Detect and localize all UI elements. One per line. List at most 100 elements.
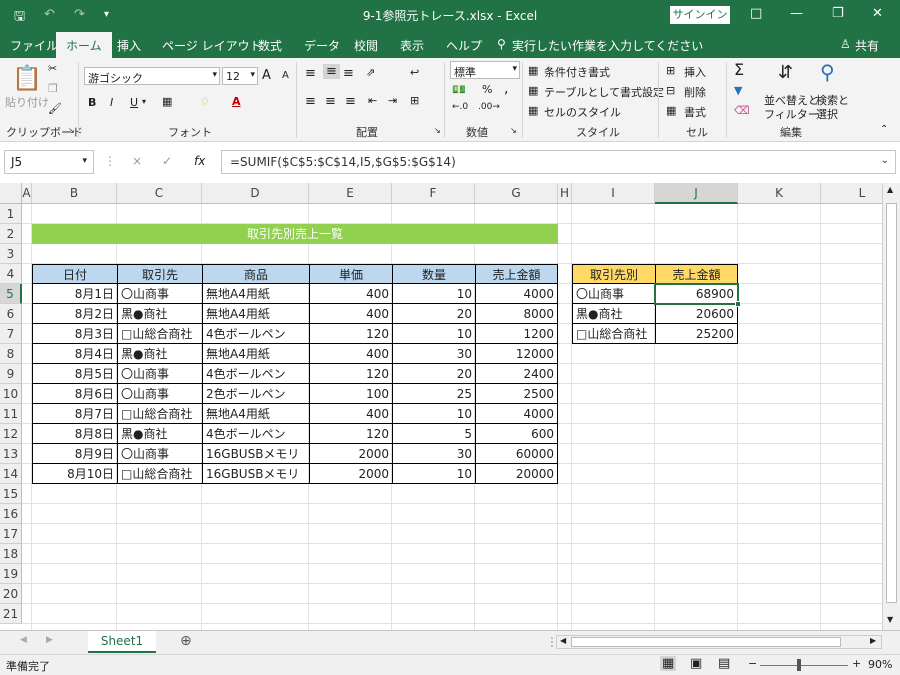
sheet-title-cell[interactable]: 取引先別売上一覧 — [32, 224, 558, 244]
share-button[interactable]: 共有 — [855, 37, 879, 54]
table-header-cell[interactable]: 数量 — [392, 264, 475, 284]
table-cell[interactable]: 600 — [475, 424, 558, 444]
table-cell[interactable]: 10 — [392, 404, 475, 424]
row-header-19[interactable]: 19 — [0, 564, 22, 584]
format-as-table-button[interactable]: テーブルとして書式設定 — [544, 84, 664, 100]
underline-dropdown-icon[interactable]: ▾ — [142, 97, 146, 106]
find-select-label-2[interactable]: 選択 — [816, 106, 838, 122]
row-header-9[interactable]: 9 — [0, 364, 22, 384]
table-cell[interactable]: 25 — [392, 384, 475, 404]
summary-cell[interactable]: 25200 — [655, 324, 738, 344]
row-header-6[interactable]: 6 — [0, 304, 22, 324]
page-break-view-icon[interactable]: ▤ — [718, 656, 730, 671]
table-cell[interactable]: 20 — [392, 364, 475, 384]
cancel-entry-button[interactable]: × — [132, 154, 142, 168]
cut-icon[interactable]: ✂ — [48, 62, 57, 75]
table-cell[interactable]: 400 — [309, 304, 392, 324]
table-header-cell[interactable]: 単価 — [309, 264, 392, 284]
column-header-d[interactable]: D — [202, 183, 309, 204]
decrease-indent-icon[interactable]: ⇤ — [368, 94, 377, 107]
paste-icon[interactable]: 📋 — [12, 64, 42, 92]
table-header-cell[interactable]: 取引先 — [117, 264, 202, 284]
fill-handle[interactable] — [735, 301, 741, 307]
column-header-k[interactable]: K — [738, 183, 821, 204]
table-cell[interactable]: 2000 — [309, 444, 392, 464]
row-header-15[interactable]: 15 — [0, 484, 22, 504]
font-size-select[interactable]: 12 ▾ — [222, 67, 258, 85]
new-sheet-icon[interactable]: ⊕ — [180, 633, 192, 649]
row-header-18[interactable]: 18 — [0, 544, 22, 564]
table-cell[interactable]: 〇山商事 — [117, 364, 202, 384]
bold-button[interactable]: B — [88, 96, 96, 109]
summary-cell[interactable]: 黒●商社 — [572, 304, 655, 324]
summary-cell[interactable]: 20600 — [655, 304, 738, 324]
formula-input[interactable]: =SUMIF($C$5:$C$14,I5,$G$5:$G$14) ⌄ — [221, 150, 896, 174]
table-cell[interactable]: 120 — [309, 364, 392, 384]
table-cell[interactable]: 4000 — [475, 404, 558, 424]
paste-button[interactable]: 貼り付け — [5, 94, 49, 110]
alignment-launcher-icon[interactable]: ↘ — [434, 126, 441, 135]
row-header-12[interactable]: 12 — [0, 424, 22, 444]
signin-button[interactable]: サインイン — [670, 6, 730, 24]
table-cell[interactable]: 400 — [309, 344, 392, 364]
table-cell[interactable]: □山総合商社 — [117, 404, 202, 424]
worksheet-grid[interactable]: ABCDEFGHIJKL 1 2 3 4 5 6 7 8 9 10 11 12 13 14 15 16 17 18… — [0, 183, 882, 630]
normal-view-icon[interactable]: ▦ — [660, 656, 677, 671]
tab-review[interactable]: 校閲 — [354, 37, 378, 54]
table-cell[interactable]: □山総合商社 — [117, 464, 202, 484]
table-cell[interactable]: 20 — [392, 304, 475, 324]
delete-cells-icon[interactable]: ⊟ — [666, 84, 675, 97]
zoom-slider-thumb[interactable] — [797, 659, 802, 671]
wrap-text-icon[interactable]: ↩ — [410, 66, 419, 79]
format-as-table-icon[interactable]: ▦ — [528, 84, 538, 97]
sort-filter-icon[interactable]: ⇵ — [778, 62, 793, 83]
tell-me-input[interactable]: 実行したい作業を入力してください — [512, 37, 703, 54]
tab-formulas[interactable]: 数式 — [258, 37, 282, 54]
column-header-a[interactable]: A — [22, 183, 32, 204]
table-cell[interactable]: 4色ボールペン — [202, 364, 309, 384]
table-cell[interactable]: 黒●商社 — [117, 304, 202, 324]
row-header-14[interactable]: 14 — [0, 464, 22, 484]
table-cell[interactable]: 2000 — [309, 464, 392, 484]
page-layout-view-icon[interactable]: ▣ — [690, 656, 702, 671]
align-left-icon[interactable]: ≡ — [305, 94, 316, 109]
table-cell[interactable]: 2400 — [475, 364, 558, 384]
table-cell[interactable]: 〇山商事 — [117, 284, 202, 304]
column-header-g[interactable]: G — [475, 183, 558, 204]
orientation-icon[interactable]: ⇗ — [366, 66, 375, 79]
row-header-10[interactable]: 10 — [0, 384, 22, 404]
find-select-icon[interactable]: ⚲ — [820, 60, 835, 84]
row-header-2[interactable]: 2 — [0, 224, 22, 244]
table-cell[interactable]: 60000 — [475, 444, 558, 464]
row-header-13[interactable]: 13 — [0, 444, 22, 464]
table-cell[interactable]: 8000 — [475, 304, 558, 324]
delete-cells-button[interactable]: 削除 — [684, 84, 706, 100]
align-bottom-icon[interactable]: ≡ — [343, 66, 354, 81]
table-cell[interactable]: 黒●商社 — [117, 424, 202, 444]
summary-cell[interactable]: 68900 — [655, 284, 738, 304]
autosum-icon[interactable]: Σ — [734, 60, 744, 79]
table-cell[interactable]: 〇山商事 — [117, 384, 202, 404]
table-cell[interactable]: 20000 — [475, 464, 558, 484]
table-header-cell[interactable]: 日付 — [32, 264, 117, 284]
conditional-format-button[interactable]: 条件付き書式 — [544, 64, 610, 80]
table-cell[interactable]: 8月1日 — [32, 284, 117, 304]
cell-styles-icon[interactable]: ▦ — [528, 104, 538, 117]
scroll-left-icon[interactable]: ◀ — [560, 636, 566, 645]
prev-sheet-icon[interactable]: ◀ — [20, 635, 27, 645]
number-format-select[interactable]: 標準 ▾ — [450, 61, 520, 79]
align-center-icon[interactable]: ≡ — [325, 94, 336, 109]
accounting-format-icon[interactable]: 💵 — [452, 83, 466, 96]
conditional-format-icon[interactable]: ▦ — [528, 64, 538, 77]
format-cells-button[interactable]: 書式 — [684, 104, 706, 120]
clear-icon[interactable]: ⌫ — [734, 104, 750, 117]
grow-font-button[interactable]: A — [262, 68, 271, 83]
table-cell[interactable]: 100 — [309, 384, 392, 404]
align-middle-icon[interactable]: ≡ — [323, 64, 340, 79]
table-cell[interactable]: 8月6日 — [32, 384, 117, 404]
sheet-tab-sheet1[interactable]: Sheet1 — [88, 631, 156, 653]
tab-data[interactable]: データ — [304, 37, 340, 54]
table-cell[interactable]: 8月2日 — [32, 304, 117, 324]
next-sheet-icon[interactable]: ▶ — [46, 635, 53, 645]
font-name-select[interactable]: 游ゴシック ▾ — [84, 67, 220, 85]
